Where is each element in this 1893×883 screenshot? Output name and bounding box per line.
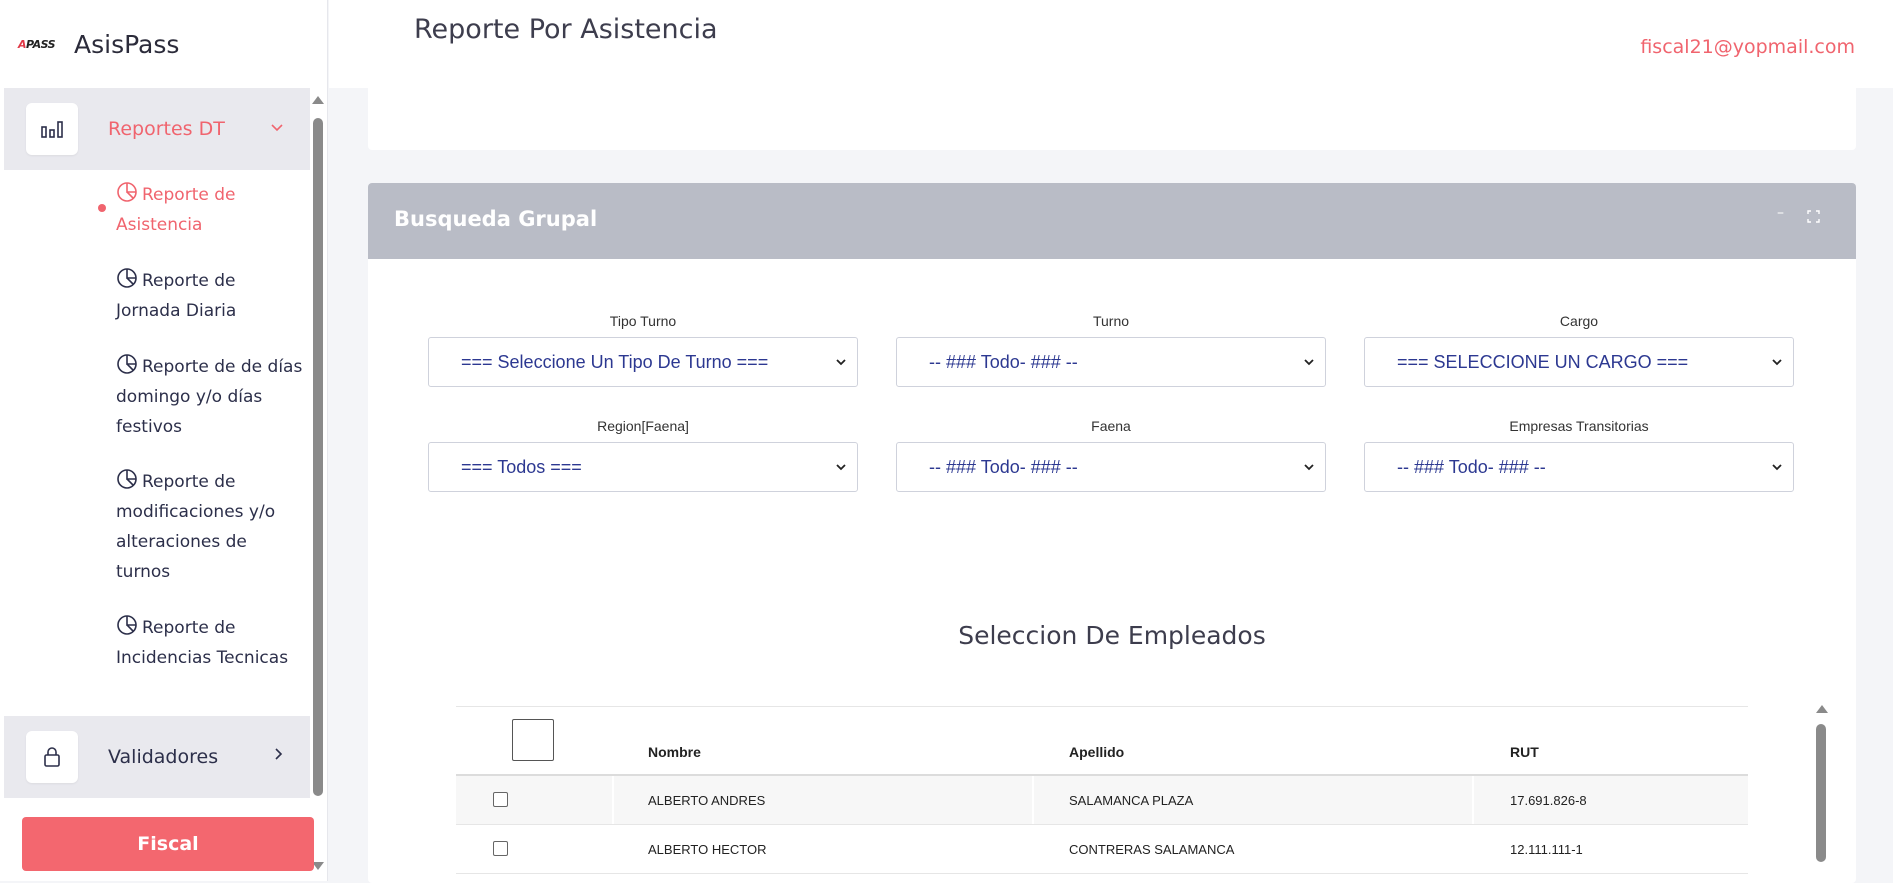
select-value: === SELECCIONE UN CARGO === <box>1397 351 1689 372</box>
filter-region: Region[Faena] === Todos === <box>428 418 858 492</box>
pie-chart-icon <box>116 267 138 289</box>
maximize-icon[interactable] <box>1807 208 1820 223</box>
tipo-turno-select[interactable]: === Seleccione Un Tipo De Turno === <box>428 337 858 387</box>
chevron-down-icon <box>1769 459 1785 475</box>
filter-label: Empresas Transitorias <box>1509 418 1649 434</box>
sidebar-subitem-reporte-domingos[interactable]: Reporte de de días domingo y/o días fest… <box>4 352 304 442</box>
pie-chart-icon <box>116 614 138 636</box>
filter-turno: Turno -- ### Todo- ### -- <box>896 313 1326 387</box>
sidebar-item-validadores[interactable]: Validadores <box>4 716 310 798</box>
chevron-down-icon <box>1769 354 1785 370</box>
cell-apellido: SALAMANCA PLAZA <box>1034 776 1474 824</box>
sidebar-subitem-reporte-jornada[interactable]: Reporte de Jornada Diaria <box>4 266 304 326</box>
select-value: === Todos === <box>461 456 582 477</box>
column-header-rut[interactable]: RUT <box>1474 707 1748 774</box>
sidebar-item-label: Validadores <box>108 746 219 768</box>
faena-select[interactable]: -- ### Todo- ### -- <box>896 442 1326 492</box>
chevron-down-icon <box>1301 459 1317 475</box>
subitem-label: Reporte de Incidencias Tecnicas <box>116 618 289 668</box>
chevron-right-icon <box>274 746 284 765</box>
top-header: Reporte Por Asistencia fiscal21@yopmail.… <box>329 0 1893 88</box>
user-email[interactable]: fiscal21@yopmail.com <box>1640 36 1855 58</box>
cell-nombre: ALBERTO ANDRES <box>614 776 1034 824</box>
cargo-select[interactable]: === SELECCIONE UN CARGO === <box>1364 337 1794 387</box>
sidebar-scroll-up-arrow[interactable] <box>312 96 324 104</box>
sidebar-item-label: Reportes DT <box>108 118 225 140</box>
empresas-transitorias-select[interactable]: -- ### Todo- ### -- <box>1364 442 1794 492</box>
brand[interactable]: APASS AsisPass <box>0 0 327 88</box>
subitem-label: Reporte de de días domingo y/o días fest… <box>116 357 303 437</box>
sidebar-item-reportes-dt[interactable]: Reportes DT <box>4 88 310 170</box>
sidebar-subitem-reporte-incidencias[interactable]: Reporte de Incidencias Tecnicas <box>4 613 304 673</box>
filter-tipo-turno: Tipo Turno === Seleccione Un Tipo De Tur… <box>428 313 858 387</box>
pie-chart-icon <box>116 353 138 375</box>
table-scrollbar[interactable] <box>1816 724 1826 862</box>
filter-label: Tipo Turno <box>609 313 677 329</box>
sidebar: APASS AsisPass Reportes DT Reporte de As… <box>0 0 328 881</box>
sidebar-subitem-reporte-asistencia[interactable]: Reporte de Asistencia <box>4 180 304 240</box>
cell-rut: 17.691.826-8 <box>1510 792 1587 808</box>
region-select[interactable]: === Todos === <box>428 442 858 492</box>
cell-rut: 12.111.111-1 <box>1510 841 1583 857</box>
select-all-cell <box>456 707 614 774</box>
chevron-down-icon <box>1301 354 1317 370</box>
table-header-row: Nombre Apellido RUT <box>456 706 1748 776</box>
column-header-nombre[interactable]: Nombre <box>614 707 1034 774</box>
select-value: -- ### Todo- ### -- <box>929 456 1078 477</box>
select-value: === Seleccione Un Tipo De Turno === <box>461 351 769 372</box>
filter-label: Cargo <box>1559 313 1599 329</box>
row-checkbox-cell <box>456 825 614 873</box>
employees-table: Nombre Apellido RUT ALBERTO ANDRES SALAM… <box>456 706 1748 874</box>
sidebar-scrollbar[interactable] <box>313 118 323 796</box>
app-name: AsisPass <box>74 29 180 59</box>
select-value: -- ### Todo- ### -- <box>1397 456 1546 477</box>
table-row[interactable]: ALBERTO ANDRES SALAMANCA PLAZA 17.691.82… <box>456 776 1748 825</box>
pie-chart-icon <box>116 468 138 490</box>
filter-faena: Faena -- ### Todo- ### -- <box>896 418 1326 492</box>
report-card <box>368 88 1856 150</box>
table-row[interactable]: ALBERTO HECTOR CONTRERAS SALAMANCA 12.11… <box>456 825 1748 874</box>
turno-select[interactable]: -- ### Todo- ### -- <box>896 337 1326 387</box>
bar-chart-icon <box>26 103 78 155</box>
row-checkbox[interactable] <box>493 841 508 856</box>
sidebar-subitem-reporte-modificaciones[interactable]: Reporte de modificaciones y/o alteracion… <box>4 467 304 587</box>
cell-nombre: ALBERTO HECTOR <box>614 825 1034 873</box>
group-search-card: Busqueda Grupal – Tipo Turno === Selecci… <box>368 183 1856 883</box>
page-title: Reporte Por Asistencia <box>414 14 718 45</box>
lock-icon <box>26 731 78 783</box>
row-checkbox-cell <box>456 776 614 824</box>
pie-chart-icon <box>116 181 138 203</box>
subitem-label: Reporte de modificaciones y/o alteracion… <box>116 472 276 582</box>
table-scroll-up-arrow[interactable] <box>1816 705 1828 713</box>
filter-label: Region[Faena] <box>597 418 689 434</box>
cell-apellido: CONTRERAS SALAMANCA <box>1034 825 1474 873</box>
chevron-down-icon <box>270 118 284 137</box>
fiscal-button[interactable]: Fiscal <box>22 817 314 871</box>
minimize-icon[interactable]: – <box>1777 205 1784 221</box>
filter-label: Faena <box>1091 418 1131 434</box>
card-title: Busqueda Grupal <box>394 207 598 231</box>
select-value: -- ### Todo- ### -- <box>929 351 1078 372</box>
row-checkbox[interactable] <box>493 792 508 807</box>
card-header: Busqueda Grupal – <box>368 183 1856 259</box>
filter-cargo: Cargo === SELECCIONE UN CARGO === <box>1364 313 1794 387</box>
select-all-checkbox[interactable] <box>512 719 554 761</box>
chevron-down-icon <box>833 354 849 370</box>
employees-section-title: Seleccion De Empleados <box>958 621 1266 650</box>
active-dot <box>98 204 106 212</box>
filter-empresas-transitorias: Empresas Transitorias -- ### Todo- ### -… <box>1364 418 1794 492</box>
chevron-down-icon <box>833 459 849 475</box>
app-logo: APASS <box>18 37 56 51</box>
column-header-apellido[interactable]: Apellido <box>1034 707 1474 774</box>
filter-label: Turno <box>1092 313 1130 329</box>
